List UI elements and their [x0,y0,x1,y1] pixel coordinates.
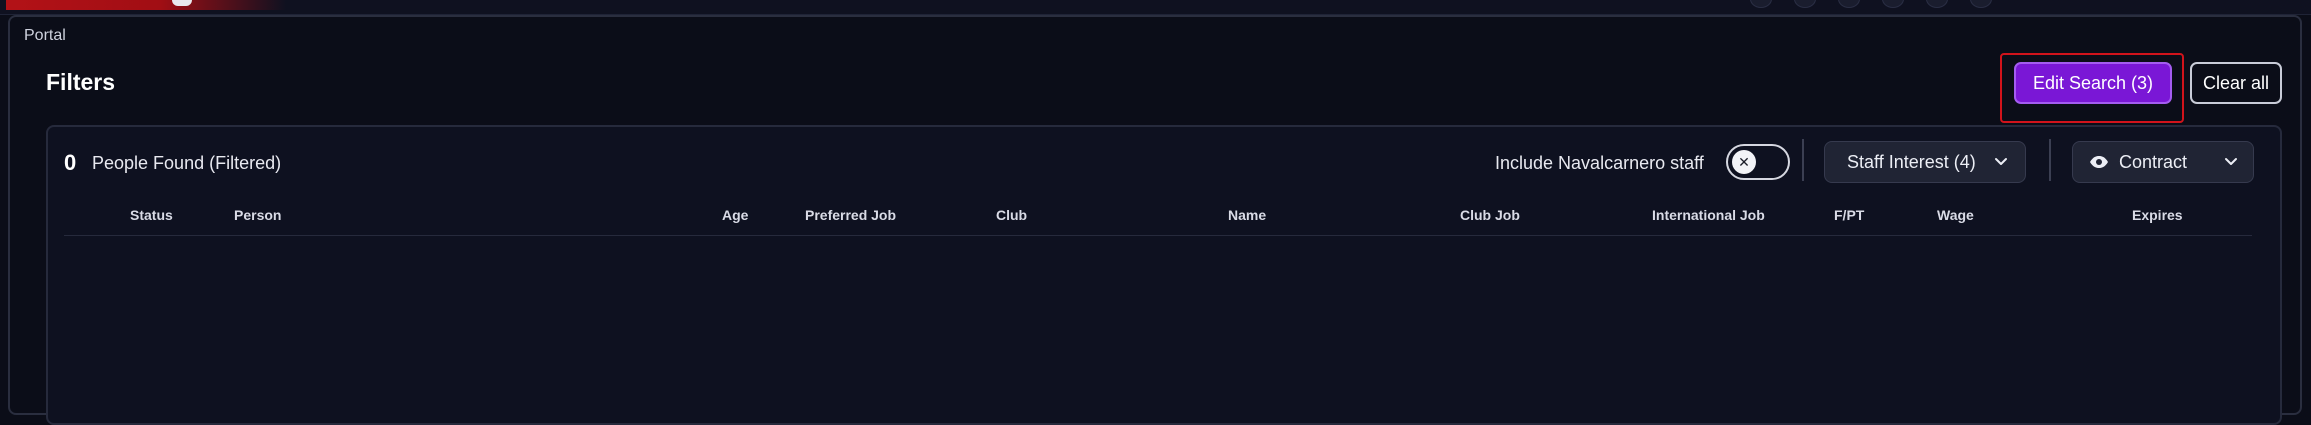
column-header-international-job[interactable]: International Job [1652,207,1765,223]
contract-label: Contract [2119,151,2188,172]
column-header-status[interactable]: Status [130,207,173,223]
top-nav-icon[interactable] [1750,0,1772,8]
top-nav-icon[interactable] [1838,0,1860,8]
column-header-name[interactable]: Name [1228,207,1266,223]
divider [2049,139,2051,181]
include-staff-label: Include Navalcarnero staff [1495,153,1704,173]
brand-banner [6,0,286,10]
chevron-down-icon [1993,154,2009,175]
column-header-expires[interactable]: Expires [2132,207,2183,223]
divider [1802,139,1804,181]
table-header-divider [64,235,2252,236]
include-staff-toggle[interactable]: ✕ [1726,144,1790,180]
results-count: 0 [64,150,77,175]
close-icon: ✕ [1732,150,1756,174]
page-title: Filters [46,69,116,95]
column-header-person[interactable]: Person [234,207,281,223]
contract-column-dropdown[interactable]: Contract [2072,141,2254,183]
chevron-down-icon [2223,154,2239,175]
column-header-fpt[interactable]: F/PT [1834,207,1864,223]
column-header-wage[interactable]: Wage [1937,207,1974,223]
eye-icon [2089,154,2109,175]
brand-logo [172,0,192,6]
top-nav-icon[interactable] [1882,0,1904,8]
filters-panel: Portal Filters Edit Search (3) Clear all… [8,15,2302,425]
edit-search-button[interactable]: Edit Search (3) [2014,62,2172,104]
top-nav-icon[interactable] [1794,0,1816,8]
top-bar [0,0,2311,15]
top-nav-icon[interactable] [1926,0,1948,8]
clear-all-button[interactable]: Clear all [2190,62,2282,104]
column-header-club[interactable]: Club [996,207,1027,223]
staff-interest-label: Staff Interest (4) [1847,151,1976,172]
top-nav-icon[interactable] [1970,0,1992,8]
column-header-age[interactable]: Age [722,207,748,223]
results-panel: 0 People Found (Filtered) Include Navalc… [46,125,2282,425]
column-header-preferred-job[interactable]: Preferred Job [805,207,896,223]
staff-interest-dropdown[interactable]: Staff Interest (4) [1824,141,2026,183]
breadcrumb-portal[interactable]: Portal [24,27,66,45]
column-header-club-job[interactable]: Club Job [1460,207,1520,223]
results-count-label: People Found (Filtered) [92,153,282,173]
